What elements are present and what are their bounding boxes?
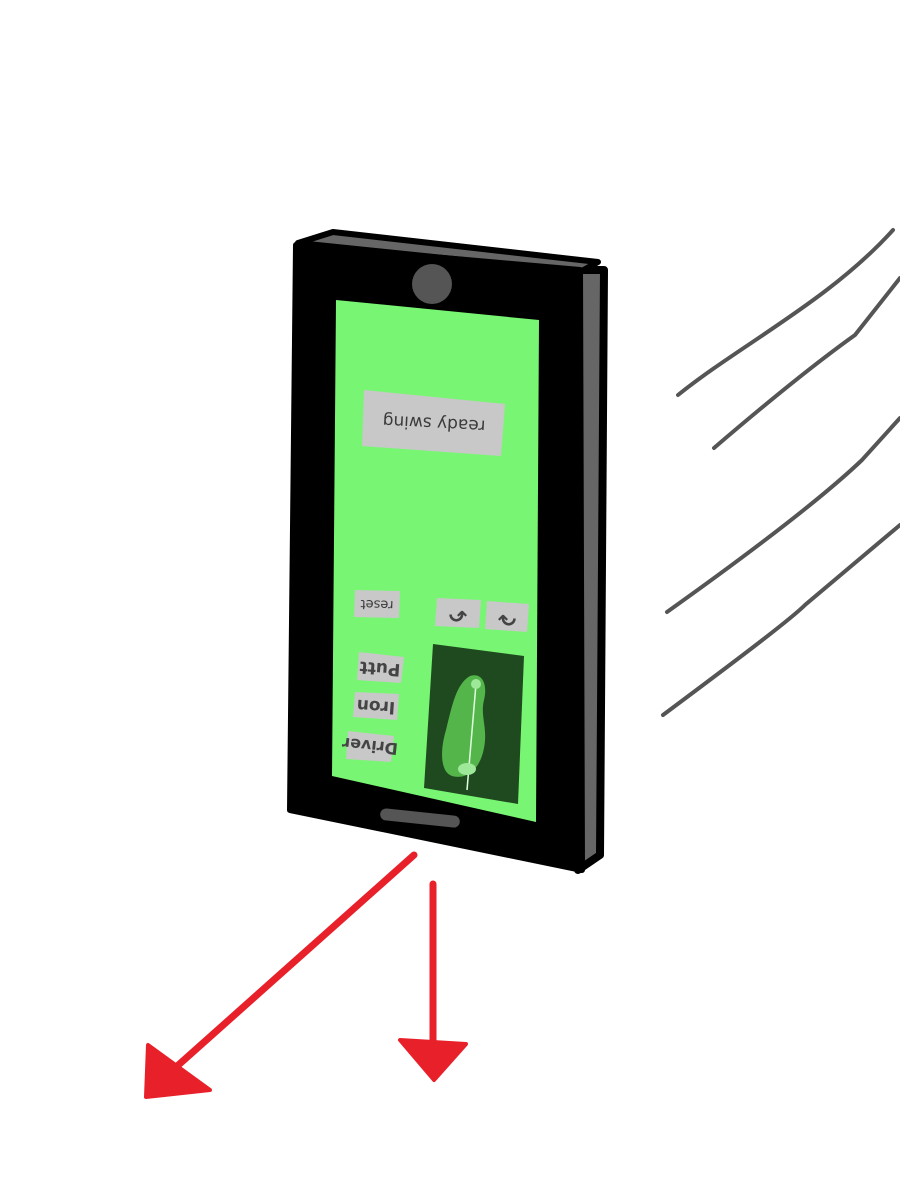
down-left-arrow (144, 851, 418, 1099)
reset-label: reset (360, 596, 393, 612)
reset-button[interactable]: reset (354, 590, 400, 618)
course-map[interactable] (424, 644, 524, 804)
green-marker (458, 763, 476, 775)
motion-line (676, 228, 895, 397)
camera-icon (412, 264, 452, 304)
turn-right-arrow-icon: ↷ (497, 605, 516, 630)
turn-left-button[interactable]: ↶ (435, 598, 481, 628)
driver-button[interactable]: Driver (341, 731, 399, 762)
turn-right-button[interactable]: ↷ (485, 601, 529, 632)
iron-label: Iron (356, 695, 396, 718)
motion-lines (661, 228, 900, 717)
down-arrowhead (398, 1038, 468, 1082)
putt-label: Putt (359, 657, 401, 680)
motion-line (665, 416, 900, 614)
iron-button[interactable]: Iron (353, 692, 399, 720)
tee-marker (471, 679, 481, 689)
motion-line (661, 523, 900, 717)
turn-left-arrow-icon: ↶ (449, 601, 467, 626)
putt-button[interactable]: Putt (357, 652, 404, 683)
down-arrow (398, 880, 468, 1082)
down-left-arrowhead (144, 1043, 212, 1099)
sketch-canvas: ready swing reset ↶ ↷ Putt Iron Driver (144, 228, 900, 1099)
